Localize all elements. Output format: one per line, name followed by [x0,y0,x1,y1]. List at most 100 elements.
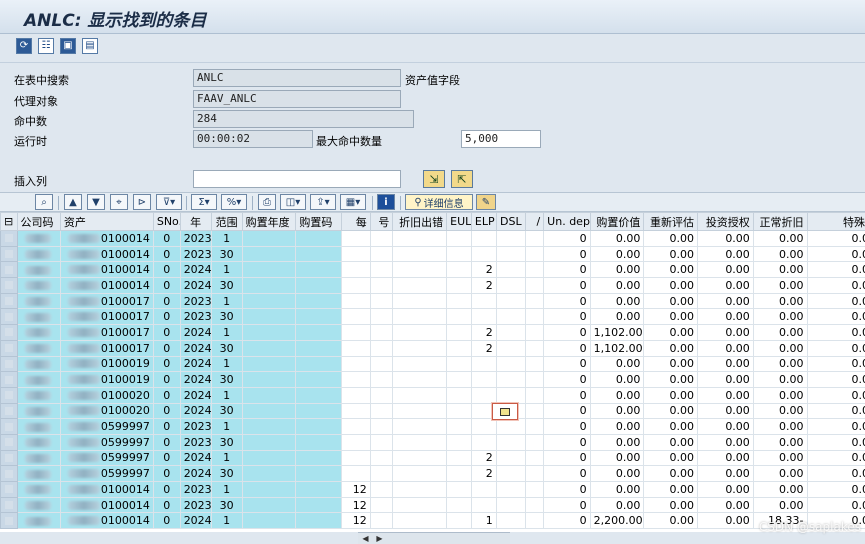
dep-error-cell[interactable] [392,433,448,451]
dep-error-cell[interactable] [392,465,448,482]
revaluation-cell[interactable]: 0.00 [643,465,699,482]
select-all-icon[interactable]: ⊟ [0,212,18,231]
acquisition-value-cell[interactable]: 2,200.00 [589,512,645,530]
dep-error-cell[interactable] [392,230,448,247]
insert-column-input[interactable] [193,170,401,188]
asset-cell[interactable]: 0100020 [59,386,154,404]
sno-cell[interactable]: 0 [152,481,181,498]
acq-code-cell[interactable] [295,386,342,404]
acq-code-cell[interactable] [295,245,342,263]
column-header[interactable]: 正常折旧 [752,212,808,231]
row-selector[interactable] [0,261,18,279]
investment-grant-cell[interactable]: 0.00 [697,512,754,530]
year-cell[interactable]: 2024 [179,371,212,388]
acq-year-cell[interactable] [241,324,297,341]
special-dep-cell[interactable]: 0.00 [806,449,865,467]
filter-icon[interactable]: ⊽▾ [156,194,182,210]
asset-cell[interactable]: 0100014 [59,496,154,514]
investment-grant-cell[interactable]: 0.00 [697,433,754,451]
layout-icon[interactable]: ▦▾ [340,194,366,210]
asset-cell[interactable]: 0100019 [59,371,154,388]
number-cell[interactable] [369,402,394,420]
dsl-cell[interactable] [495,355,526,373]
revaluation-cell[interactable]: 0.00 [643,245,699,263]
dep-error-cell[interactable] [392,386,448,404]
company-code-cell[interactable] [16,402,61,420]
eul-cell[interactable] [446,418,472,435]
revaluation-cell[interactable]: 0.00 [643,433,699,451]
ordinary-dep-cell[interactable]: 0.00 [752,433,808,451]
area-cell[interactable]: 1 [210,481,243,498]
slash-cell[interactable] [524,481,545,498]
sno-cell[interactable]: 0 [152,386,181,404]
find-next-icon[interactable]: ⊳ [133,194,151,210]
slash-cell[interactable] [524,324,545,341]
undep-cell[interactable]: 0 [543,277,591,294]
elp-cell[interactable] [470,386,497,404]
dsl-cell[interactable] [495,465,526,482]
company-code-cell[interactable] [16,355,61,373]
asset-cell[interactable]: 0100017 [59,339,154,357]
column-header[interactable]: 范围 [210,212,243,231]
eul-cell[interactable] [446,402,472,420]
table-row[interactable]: 0100017020233000.000.000.000.000.00 [0,308,865,326]
revaluation-cell[interactable]: 0.00 [643,402,699,420]
eul-cell[interactable] [446,371,472,388]
dep-error-cell[interactable] [392,418,448,435]
period-cell[interactable] [340,292,371,310]
undep-cell[interactable]: 0 [543,465,591,482]
column-header[interactable]: 重新评估 [643,212,699,231]
column-header[interactable]: DSL [495,212,526,231]
slash-cell[interactable] [524,261,545,279]
eul-cell[interactable] [446,245,472,263]
investment-grant-cell[interactable]: 0.00 [697,386,754,404]
tools-icon[interactable]: ✎ [476,194,496,210]
investment-grant-cell[interactable]: 0.00 [697,277,754,294]
period-cell[interactable] [340,449,371,467]
number-cell[interactable] [369,230,394,247]
acquisition-value-cell[interactable]: 0.00 [589,402,645,420]
acq-year-cell[interactable] [241,277,297,294]
scroll-right-icon[interactable]: ▶ [374,534,385,544]
elp-cell[interactable]: 1 [470,512,497,530]
dsl-cell[interactable] [495,230,526,247]
company-code-cell[interactable] [16,496,61,514]
company-code-cell[interactable] [16,465,61,482]
dep-error-cell[interactable] [392,371,448,388]
column-header[interactable]: EUL [446,212,472,231]
row-selector[interactable] [0,324,18,341]
ordinary-dep-cell[interactable]: 0.00 [752,371,808,388]
column-header[interactable]: Un. dep [543,212,591,231]
elp-cell[interactable] [470,245,497,263]
area-cell[interactable]: 30 [210,245,243,263]
row-selector[interactable] [0,465,18,482]
revaluation-cell[interactable]: 0.00 [643,371,699,388]
special-dep-cell[interactable]: 0.00 [806,261,865,279]
special-dep-cell[interactable]: 0.00 [806,277,865,294]
period-cell[interactable] [340,402,371,420]
investment-grant-cell[interactable]: 0.00 [697,292,754,310]
acq-year-cell[interactable] [241,355,297,373]
slash-cell[interactable] [524,292,545,310]
asset-cell[interactable]: 0599997 [59,418,154,435]
table-row[interactable]: 0599997020233000.000.000.000.000.00 [0,433,865,451]
undep-cell[interactable]: 0 [543,433,591,451]
number-cell[interactable] [369,261,394,279]
acq-year-cell[interactable] [241,261,297,279]
number-cell[interactable] [369,465,394,482]
year-cell[interactable]: 2024 [179,465,212,482]
investment-grant-cell[interactable]: 0.00 [697,418,754,435]
acq-code-cell[interactable] [295,230,342,247]
table-row[interactable]: 0100019020243000.000.000.000.000.00 [0,371,865,388]
slash-cell[interactable] [524,355,545,373]
area-cell[interactable]: 30 [210,371,243,388]
company-code-cell[interactable] [16,245,61,263]
company-code-cell[interactable] [16,277,61,294]
area-cell[interactable]: 1 [210,512,243,530]
dsl-cell[interactable] [495,433,526,451]
eul-cell[interactable] [446,261,472,279]
revaluation-cell[interactable]: 0.00 [643,496,699,514]
acq-year-cell[interactable] [241,481,297,498]
elp-cell[interactable] [470,496,497,514]
year-cell[interactable]: 2023 [179,292,212,310]
